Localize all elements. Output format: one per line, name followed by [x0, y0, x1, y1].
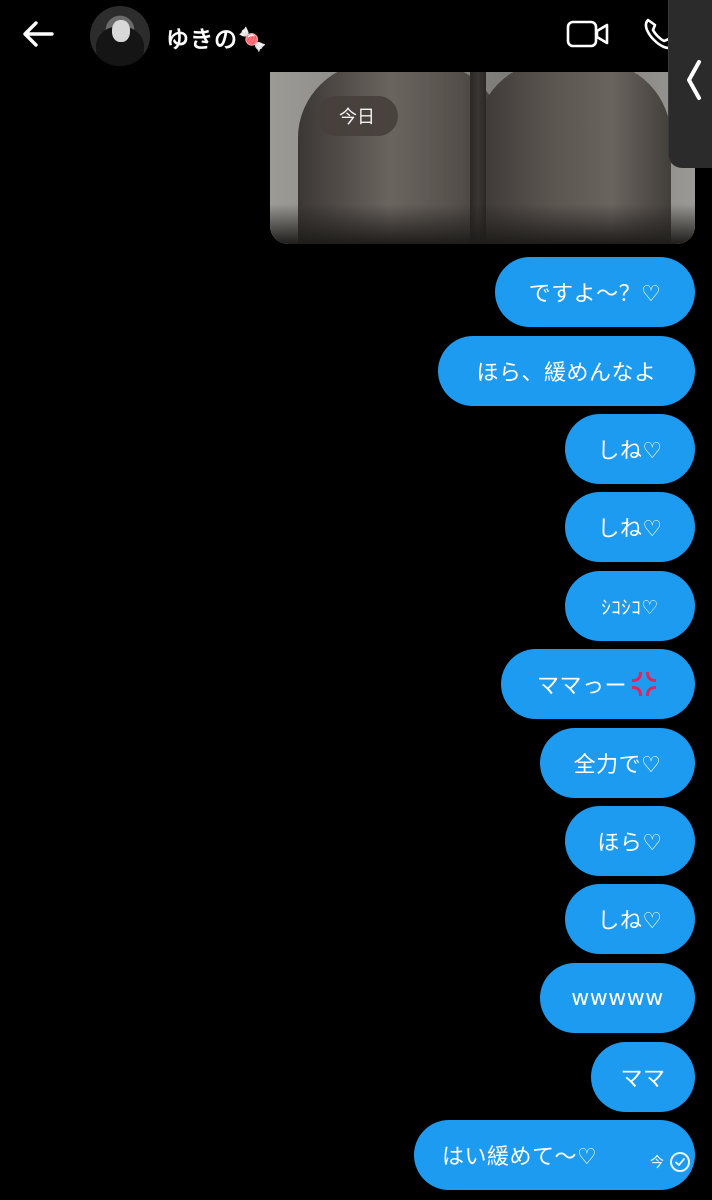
message-bubble[interactable]: ママ [591, 1042, 695, 1112]
message-text: ママっー [536, 674, 627, 699]
message-bubble[interactable]: しね♡ [565, 414, 695, 484]
avatar[interactable] [90, 6, 150, 66]
message-bubble[interactable]: 全力で♡ [540, 728, 695, 798]
message-text: ほら、緩めんなよ [476, 361, 657, 386]
side-panel-handle[interactable] [668, 0, 712, 168]
check-circle-icon [670, 1152, 690, 1172]
chat-screen: ゆきの🍬 今日 ですよ～？♡ ほら、緩めんなよ しね♡ しね♡ ｼｺｼｺ♡ ママ… [0, 0, 712, 1200]
message-bubble[interactable]: しね♡ [565, 884, 695, 954]
message-text: しね♡ [597, 909, 663, 934]
message-text: wwwww [571, 985, 664, 1011]
message-bubble[interactable]: ほら♡ [565, 806, 695, 876]
chevron-left-icon [687, 60, 701, 100]
message-bubble[interactable]: ｼｺｼｺ♡ [565, 571, 695, 641]
video-call-button[interactable] [566, 18, 610, 50]
message-text: しね♡ [597, 439, 663, 464]
anger-icon [632, 672, 656, 696]
message-text: 全力で♡ [573, 753, 662, 778]
message-bubble[interactable]: ですよ～？♡ [495, 257, 695, 327]
message-status: 今 [650, 1152, 690, 1172]
message-text: ｼｺｼｺ♡ [601, 596, 659, 619]
back-button[interactable] [18, 14, 58, 54]
arrow-left-icon [23, 21, 54, 47]
message-bubble[interactable]: wwwww [540, 963, 695, 1033]
message-bubble[interactable]: しね♡ [565, 492, 695, 562]
message-bubble[interactable]: ママっー [501, 649, 695, 719]
message-text: ママ [620, 1067, 666, 1092]
video-camera-icon [566, 20, 609, 48]
message-bubble[interactable]: ほら、緩めんなよ [438, 336, 695, 406]
contact-name[interactable]: ゆきの🍬 [166, 20, 268, 54]
message-time: 今 [650, 1155, 664, 1171]
date-divider: 今日 [316, 96, 398, 136]
message-text: ですよ～？♡ [528, 282, 662, 307]
message-text: ほら♡ [597, 831, 663, 856]
message-text: はい緩めて～♡ [442, 1145, 598, 1170]
message-text: しね♡ [597, 517, 663, 542]
chat-header: ゆきの🍬 [0, 0, 712, 72]
